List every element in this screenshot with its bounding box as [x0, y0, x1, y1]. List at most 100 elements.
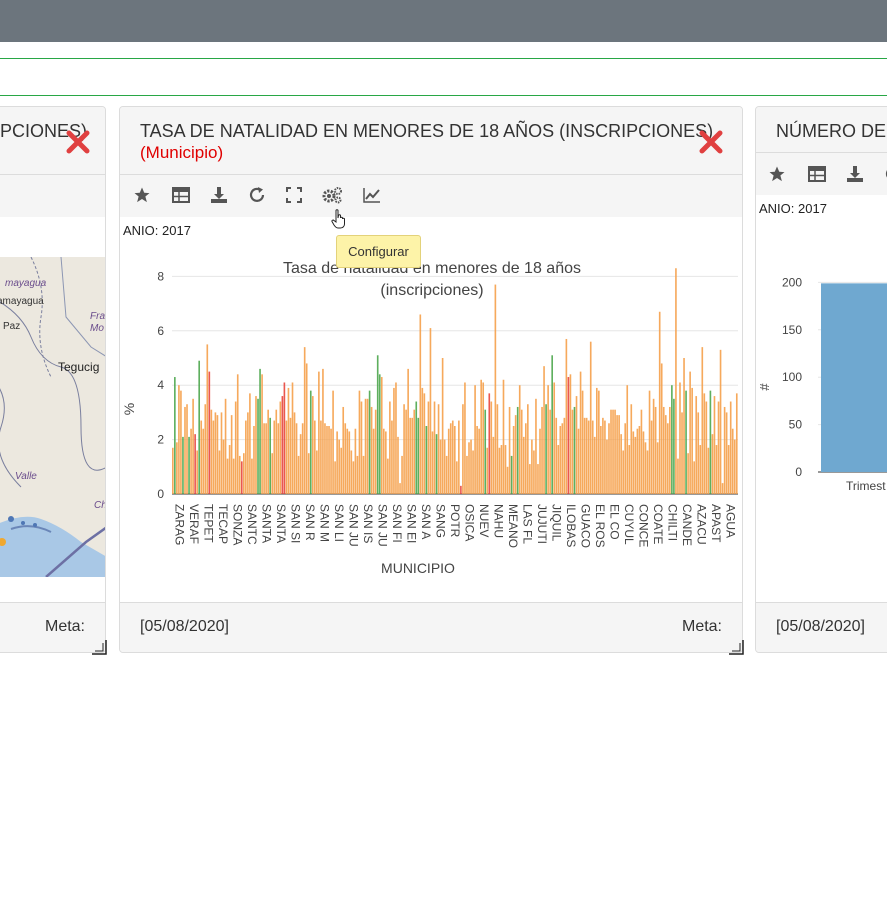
chart-bar [271, 453, 274, 494]
chart-bar [222, 439, 225, 494]
chart-bar [425, 426, 428, 494]
chart-bar [372, 428, 375, 494]
chart-bar [719, 349, 722, 494]
chart-bar [654, 406, 657, 494]
chart-bar [449, 423, 452, 494]
footer-date: [05/08/2020] [776, 618, 865, 635]
chart-bar [709, 390, 712, 494]
chart-bar [679, 382, 681, 494]
x-tick-label: CONCE [637, 504, 651, 547]
chart-bar [251, 458, 253, 494]
right-panel-footer: [05/08/2020] [756, 602, 887, 652]
chart-bar [695, 396, 698, 494]
chart-bar [610, 409, 612, 494]
chart-bar [172, 447, 174, 494]
chart-bar [583, 417, 586, 494]
chart-bar [577, 428, 580, 494]
chart-bar [247, 412, 249, 494]
chart-bar [533, 450, 535, 494]
refresh-icon[interactable] [882, 163, 887, 185]
x-tick-label: TEPET [201, 504, 215, 543]
chart-bar [439, 439, 442, 494]
chart-bar [498, 447, 501, 494]
chart-bar [336, 431, 338, 494]
star-icon[interactable] [131, 184, 153, 206]
footer-date: [05/08/2020] [140, 618, 229, 635]
close-icon[interactable] [65, 129, 91, 155]
chart-bar [391, 420, 393, 494]
chart-bar [701, 347, 704, 494]
chart-bar [293, 412, 296, 494]
chart-bar [451, 420, 454, 494]
chart-bar [683, 358, 685, 494]
download-icon[interactable] [208, 184, 230, 206]
chart-bar [240, 461, 243, 494]
chart-bar [328, 426, 330, 494]
close-icon[interactable] [698, 129, 724, 155]
x-tick-label: CUYUL [622, 504, 636, 545]
chart-bar [297, 455, 300, 494]
chart-bar [285, 420, 288, 494]
chart-bar [220, 412, 223, 494]
chart-bar [638, 426, 641, 494]
chart-bar [401, 455, 403, 494]
refresh-icon[interactable] [246, 184, 268, 206]
tasa-chart-svg: Tasa de natalidad en menores de 18 años … [121, 260, 738, 576]
configurar-tooltip: Configurar [336, 235, 421, 268]
chart-bar [407, 368, 409, 494]
chart-bar [504, 445, 507, 494]
table-icon[interactable] [806, 163, 828, 185]
chart-bar [697, 412, 700, 494]
chart-bar [715, 445, 718, 494]
chart-bar [453, 426, 456, 494]
chart-bar [358, 390, 361, 494]
chart-toolbar [120, 175, 742, 217]
table-icon[interactable] [170, 184, 192, 206]
chart-bar [405, 409, 407, 494]
map-view[interactable]: mayagua amayagua Paz Fran Mo Tegucig Val… [0, 257, 105, 577]
chart-bar [228, 445, 231, 494]
divider-line-top [0, 58, 887, 59]
fullscreen-icon[interactable] [283, 184, 305, 206]
chart-bar [378, 374, 381, 494]
chart-bar [476, 426, 478, 494]
chart-bar [224, 398, 227, 494]
chart-bar [699, 445, 702, 494]
chart-bar [212, 420, 215, 494]
chart-bar [230, 415, 233, 494]
download-icon[interactable] [844, 163, 866, 185]
chart-bar [636, 428, 639, 494]
gears-icon[interactable] [321, 184, 343, 206]
chart-bar [273, 420, 276, 494]
map-label: Fran [90, 311, 105, 322]
chart-bar [344, 423, 347, 494]
star-icon[interactable] [766, 163, 788, 185]
x-tick-label: POTR [448, 504, 462, 538]
y-tick-label: 8 [157, 269, 164, 283]
map-label: mayagua [5, 278, 47, 289]
chart-bar [650, 420, 653, 494]
chart-bar [705, 401, 708, 494]
chart-bar [362, 455, 365, 494]
chart-bar [632, 431, 635, 494]
chart-bar [589, 341, 592, 494]
resize-handle[interactable] [90, 638, 108, 656]
chart-bar [531, 439, 533, 494]
chart-bar [541, 406, 543, 494]
line-chart-icon[interactable] [361, 184, 383, 206]
y-tick-label: 200 [782, 275, 802, 289]
chart-bar [535, 398, 537, 494]
x-tick-label: SAN FI [390, 504, 404, 543]
resize-handle[interactable] [727, 638, 745, 656]
chart-bar [595, 387, 598, 494]
x-tick-label: JUJUTI [535, 504, 549, 544]
chart-bar [569, 374, 572, 494]
y-tick-label: 6 [157, 324, 164, 338]
chart-bar [409, 417, 411, 494]
chart-bar [180, 390, 182, 494]
chart-bar [437, 404, 440, 494]
chart-bar [821, 283, 887, 472]
chart-bar [356, 455, 359, 494]
chart-bar [634, 436, 637, 494]
chart-bar [431, 431, 434, 494]
